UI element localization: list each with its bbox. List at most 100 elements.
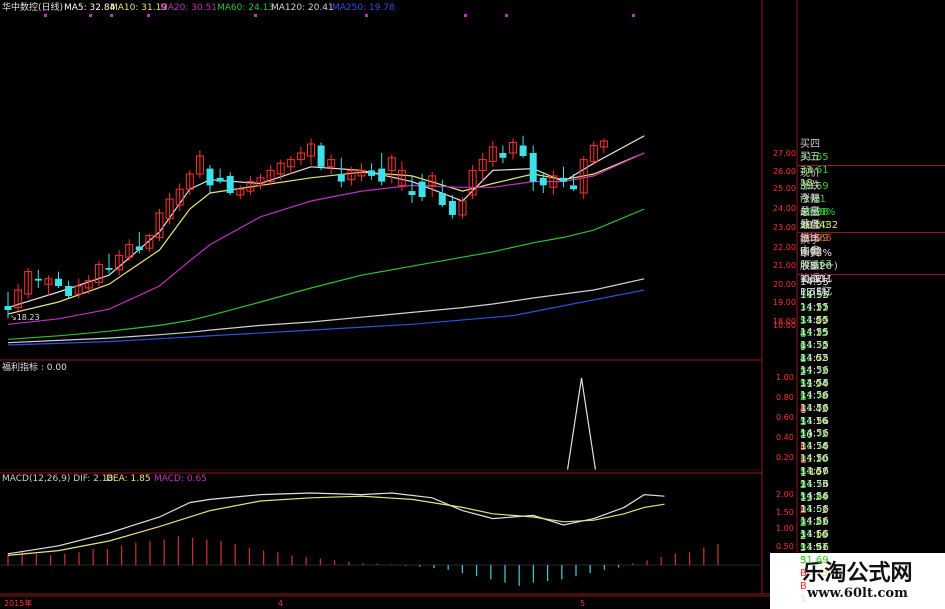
trade-row: 14:56 31.68 10 S 5 [800,503,945,567]
indicator-axis-label: 0.60 [776,413,794,422]
candle-body-down [499,153,507,158]
price-axis-label: 27.00 [773,149,796,158]
price-axis-label: 25.00 [773,184,796,193]
trade-volume: 3 [821,567,828,579]
price-axis-label: 24.00 [773,204,796,213]
trade-price: 31.69 [800,554,829,566]
macd-axis-label: 1.50 [776,508,794,517]
macd-dea-line [7,495,665,556]
trade-count: 1 [800,593,807,605]
signal-dot [632,14,635,17]
indicator-axis-label: 1.00 [776,373,794,382]
quote-info-row: 涨跌 -1.21 最高 32.50 [800,180,945,231]
candle-body-down [55,278,62,286]
trade-row: 14:56 31.70 167 S 13 [800,440,945,504]
trade-time: 14:56 [800,503,829,515]
trade-time: 14:56 [800,516,829,528]
candle-body-down [438,193,446,205]
trade-time: 14:55 [800,302,829,314]
candle-body-down [378,168,386,182]
signal-dot [464,14,467,17]
order-label: 买五 [800,152,820,163]
trade-row: 14:55 31.73 2 S 1 [800,339,945,403]
ma-legend-item: MA20: 30.51 [160,3,218,13]
signal-dot [147,14,150,17]
candle-body-down [105,268,113,270]
trade-time: 14:55 [800,352,829,364]
trade-row: 14:56 31.69 3 B 1 [800,541,945,605]
quote-stat-row: 收益(一) -0.111 PE(动) [800,260,945,298]
trade-time: 14:56 [800,440,829,452]
trade-time: 14:55 [800,314,829,326]
trade-time: 14:56 [800,377,829,389]
stat-label: 收益(一) [800,261,838,272]
indicator-title: 福利指标 : 0.00 [2,363,67,373]
order-book-row: 买四 31.65 33 [800,138,945,176]
trade-time: 14:56 [800,466,829,477]
trade-row: 14:56 31.70 42 S 10 [800,377,945,441]
trade-row: 14:56 31.70 10 S 2 [800,427,945,491]
stat-label: 净资 [800,248,820,259]
macd-title-part: MACD(12,26,9) DIF: 2.18 [2,474,114,484]
candle-body-down [4,306,12,310]
candle-body-down [337,174,345,182]
trade-row: 14:56 31.71 4 B 1 [800,415,945,479]
candle-body-down [317,145,325,167]
price-axis-label: 20.00 [773,280,796,289]
trade-row: 14:56 31.71 2 B 1 [800,402,945,466]
trade-time: 14:55 [800,340,829,351]
candle-body-down [216,177,224,182]
trade-row: 14:56 31.73 8 B 1 [800,364,945,428]
trade-row: 14:55 31.70 62 S 11 [800,326,945,390]
quote-info-row: 涨幅 -3.68% 最低 30.99 [800,193,945,244]
macd-title-part: MACD: 0.65 [154,474,207,484]
ma-line-ma10 [7,152,645,315]
ma-legend-item: MA250: 19.78 [332,3,395,13]
trade-row: 14:55 31.73 94 S 6 [800,352,945,416]
trade-row: 14:55 31.73 2 S 2 [800,314,945,378]
signal-dot [89,14,92,17]
trade-row: 14:56 31.67 91 S 4 [800,515,945,579]
stock-chart-window: 华中数控(日线) MA5: 32.84 MA10: 31.19 MA20: 30.5… [0,0,945,609]
trade-row: 14:56 31.67 6 B 2 [800,528,945,592]
trade-row: 14:56 31.70 24 B 2 [800,465,945,529]
trade-row: 14:55 31.73 15 S 4 [800,301,945,365]
indicator-axis-label: 0.40 [776,433,794,442]
indicator-signal-spike [566,377,597,471]
trade-time: 14:56 [800,365,829,377]
candle-body-down [448,201,456,215]
candle-body-down [135,246,143,250]
candle-body-down [519,145,527,156]
signal-dot [365,14,368,17]
candle-body-down [570,185,578,190]
info-label: 涨跌 [800,181,820,192]
low-price-marker: ↘18.23 [10,313,40,322]
date-label-year: 2015年 [4,599,33,608]
candle-body-down [368,170,376,176]
trade-row: 14:56 31.70 16 S 5 [800,389,945,453]
trade-time: 14:56 [800,390,829,402]
trade-time: 14:56 [800,403,829,414]
ma-legend-item: MA10: 31.19 [110,3,168,13]
stat-label: 换手 [800,235,820,246]
trade-time: 14:56 [800,529,829,540]
quote-info-row: 现价 31.69 今开 32.38 [800,167,945,218]
trade-time: 14:56 [800,428,829,440]
ma-line-ma250 [7,289,645,346]
price-axis-label: 10.00 [773,321,796,330]
price-axis-label: 22.00 [773,243,796,252]
quote-divider [798,274,945,275]
ma-legend-item: MA120: 20.41 [271,3,334,13]
trade-row: 14:56 31.69 2 S 2 [800,478,945,542]
indicator-axis-label: 0.80 [776,393,794,402]
candle-body-down [65,286,73,296]
signal-dot [254,14,257,17]
macd-axis-label: 1.00 [776,524,794,533]
trade-row: 14:55 31.72 17 S 4 [800,276,945,340]
quote-stat-row: 换手 6.73% 股本 1.62亿 [800,234,945,285]
info-label: 现价 [800,168,820,179]
price-axis-label: 26.00 [773,167,796,176]
signal-dot [110,14,113,17]
stock-title: 华中数控(日线) [2,3,64,13]
order-label: 买四 [800,139,820,150]
